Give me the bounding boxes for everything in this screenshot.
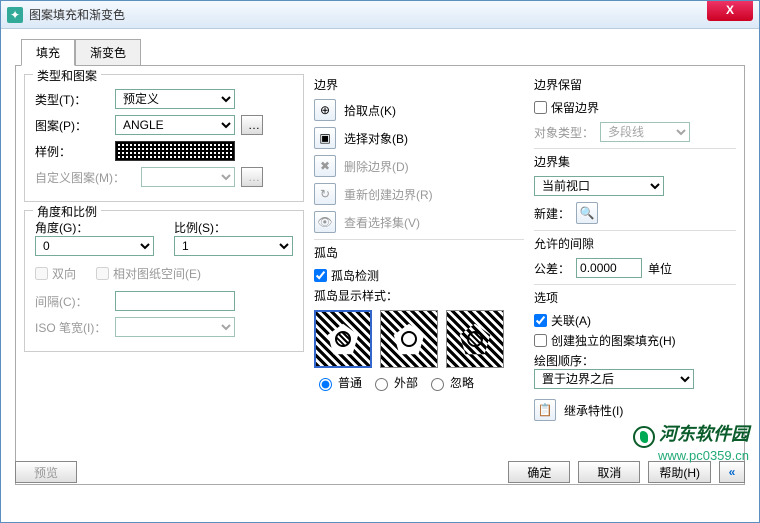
recreate-boundary-label: 重新创建边界(R) bbox=[344, 186, 433, 203]
island-radio-normal[interactable] bbox=[319, 378, 332, 391]
draw-order-select[interactable]: 置于边界之后 bbox=[534, 369, 694, 389]
boundary-title: 边界 bbox=[314, 76, 524, 93]
draw-order-label: 绘图顺序： bbox=[534, 352, 736, 369]
close-button[interactable]: X bbox=[707, 1, 753, 21]
app-icon: ✦ bbox=[7, 7, 23, 23]
custom-pattern-select bbox=[141, 167, 235, 187]
collapse-button[interactable]: « bbox=[719, 461, 745, 483]
group-angle-scale: 角度和比例 bbox=[33, 203, 101, 220]
island-title: 孤岛 bbox=[314, 244, 524, 261]
island-radio-outer[interactable] bbox=[375, 378, 388, 391]
iso-label: ISO 笔宽(I)： bbox=[35, 319, 109, 336]
scale-select[interactable]: 1 bbox=[174, 236, 293, 256]
island-style-label: 孤岛显示样式： bbox=[314, 287, 524, 304]
pick-point-label: 拾取点(K) bbox=[344, 102, 396, 119]
pattern-browse-button[interactable]: … bbox=[241, 115, 263, 135]
view-selection-label: 查看选择集(V) bbox=[344, 214, 420, 231]
help-button[interactable]: 帮助(H) bbox=[648, 461, 711, 483]
cancel-button[interactable]: 取消 bbox=[578, 461, 640, 483]
select-object-label: 选择对象(B) bbox=[344, 130, 408, 147]
new-boundset-button[interactable]: 🔍 bbox=[576, 202, 598, 224]
sample-label: 样例： bbox=[35, 143, 109, 160]
ok-button[interactable]: 确定 bbox=[508, 461, 570, 483]
island-radio-ignore[interactable] bbox=[431, 378, 444, 391]
objtype-select: 多段线 bbox=[600, 122, 690, 142]
view-selection-button: 👁 bbox=[314, 211, 336, 233]
recreate-boundary-button: ↻ bbox=[314, 183, 336, 205]
angle-select[interactable]: 0 bbox=[35, 236, 154, 256]
group-type-pattern: 类型和图案 bbox=[33, 67, 101, 84]
tab-fill[interactable]: 填充 bbox=[21, 39, 75, 66]
sample-swatch[interactable] bbox=[115, 141, 235, 161]
island-style-ignore[interactable] bbox=[446, 310, 504, 368]
select-object-button[interactable]: ▣ bbox=[314, 127, 336, 149]
retain-title: 边界保留 bbox=[534, 76, 736, 93]
unit-label: 单位 bbox=[648, 260, 672, 277]
inherit-label: 继承特性(I) bbox=[564, 402, 623, 419]
bidir-checkbox bbox=[35, 267, 48, 280]
boundset-select[interactable]: 当前视口 bbox=[534, 176, 664, 196]
island-detect-checkbox[interactable] bbox=[314, 269, 327, 282]
scale-label: 比例(S)： bbox=[174, 219, 293, 236]
tolerance-input[interactable] bbox=[576, 258, 642, 278]
island-style-outer[interactable] bbox=[380, 310, 438, 368]
pattern-select[interactable]: ANGLE bbox=[115, 115, 235, 135]
type-label: 类型(T)： bbox=[35, 91, 109, 108]
objtype-label: 对象类型： bbox=[534, 124, 594, 141]
options-title: 选项 bbox=[534, 289, 736, 306]
gap-label: 间隔(C)： bbox=[35, 293, 109, 310]
pick-point-button[interactable]: ⊕ bbox=[314, 99, 336, 121]
preview-button: 预览 bbox=[15, 461, 77, 483]
angle-label: 角度(G)： bbox=[35, 219, 154, 236]
custom-pattern-label: 自定义图案(M)： bbox=[35, 169, 135, 186]
pattern-label: 图案(P)： bbox=[35, 117, 109, 134]
tab-gradient[interactable]: 渐变色 bbox=[75, 39, 141, 66]
island-style-normal[interactable] bbox=[314, 310, 372, 368]
gap-title: 允许的间隙 bbox=[534, 235, 736, 252]
gap-input bbox=[115, 291, 235, 311]
new-label: 新建： bbox=[534, 205, 570, 222]
boundset-title: 边界集 bbox=[534, 153, 736, 170]
window-title: 图案填充和渐变色 bbox=[29, 6, 753, 23]
delete-boundary-button: ✖ bbox=[314, 155, 336, 177]
delete-boundary-label: 删除边界(D) bbox=[344, 158, 409, 175]
indep-checkbox[interactable] bbox=[534, 334, 547, 347]
keep-boundary-checkbox[interactable] bbox=[534, 101, 547, 114]
tolerance-label: 公差： bbox=[534, 260, 570, 277]
type-select[interactable]: 预定义 bbox=[115, 89, 235, 109]
inherit-button[interactable]: 📋 bbox=[534, 399, 556, 421]
custom-browse-button: … bbox=[241, 167, 263, 187]
assoc-checkbox[interactable] bbox=[534, 314, 547, 327]
iso-select bbox=[115, 317, 235, 337]
relpaper-checkbox bbox=[96, 267, 109, 280]
